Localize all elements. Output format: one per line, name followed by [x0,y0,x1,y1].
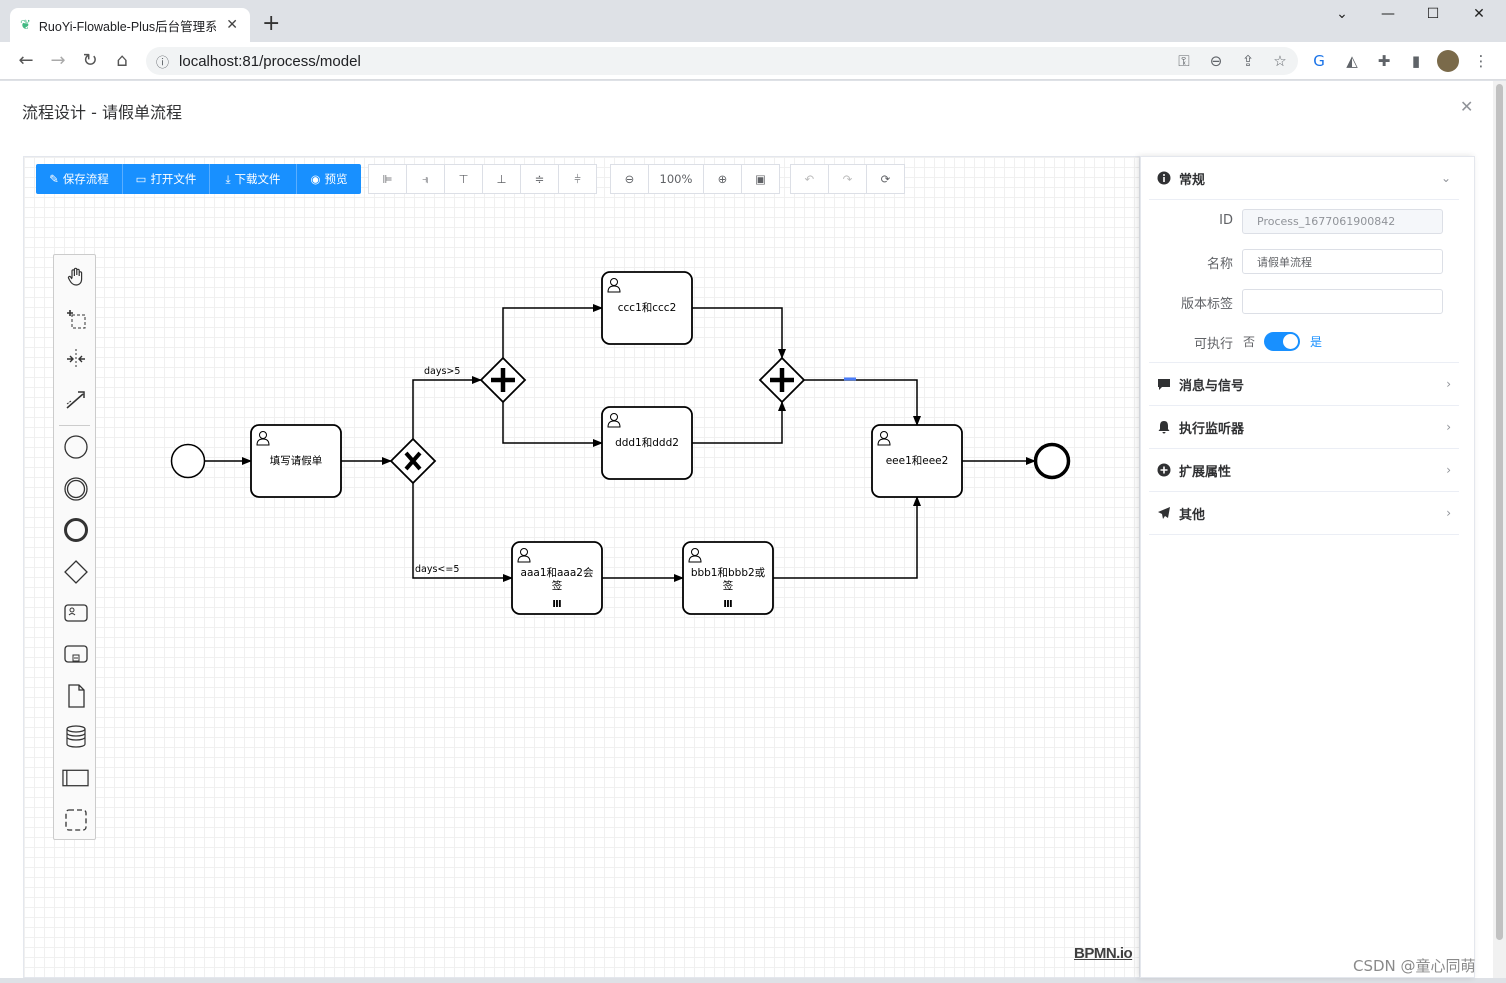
maximize-button[interactable]: ☐ [1418,6,1448,22]
chevron-right-icon: › [1446,420,1451,434]
flow-ccc-to-join[interactable] [692,307,786,359]
executable-yes-label: 是 [1310,335,1323,349]
task-aaa-label-line2: 签 [552,579,563,592]
chevron-down-icon: ⌄ [1440,171,1451,185]
extension-chart-icon[interactable]: ◭ [1341,52,1363,70]
info-icon [1157,171,1171,185]
task-bbb-label-line2: 签 [723,579,734,592]
task-eee-label: eee1和eee2 [886,455,949,467]
window-close-button[interactable]: ✕ [1464,6,1494,22]
browser-menu-icon[interactable]: ⋮ [1470,52,1492,70]
extensions-puzzle-icon[interactable]: ✚ [1373,52,1395,70]
id-label: ID [1219,213,1233,228]
share-icon[interactable]: ⇪ [1237,52,1259,70]
end-event[interactable] [1033,442,1071,480]
profile-avatar[interactable] [1437,50,1459,72]
executable-label: 可执行 [1193,337,1233,352]
condition-days-le-5[interactable]: days<=5 [415,564,459,575]
chevron-right-icon: › [1446,463,1451,477]
task-fill-label: 填写请假单 [270,454,323,467]
id-field[interactable]: Process_1677061900842 [1242,209,1443,234]
task-fill-leave-form[interactable]: 填写请假单 [250,424,342,498]
multi-instance-icon: Ⅲ [552,599,561,610]
exclusive-gateway[interactable] [389,437,437,485]
key-icon[interactable]: ⚿ [1173,52,1195,70]
task-aaa-label-line1: aaa1和aaa2会 [521,566,594,579]
flow-ddd-to-join[interactable] [692,401,786,444]
page-scrollbar-thumb[interactable] [1496,84,1503,940]
plus-circle-icon [1157,463,1171,477]
minimize-button[interactable]: — [1373,6,1403,22]
chevron-right-icon: › [1446,506,1451,520]
start-event[interactable] [170,443,206,479]
parallel-gateway-split[interactable] [479,356,527,404]
multi-instance-icon: Ⅲ [723,599,732,610]
bell-icon [1157,420,1171,434]
properties-panel: 常规 ⌄ ID Process_1677061900842 名称 请假单流程 版… [1140,156,1475,978]
chevron-right-icon: › [1446,377,1451,391]
section-msg-title: 消息与信号 [1179,378,1245,394]
translate-icon[interactable]: G [1308,52,1330,70]
task-aaa-countersign[interactable]: aaa1和aaa2会 签 Ⅲ [511,541,603,615]
task-bbb-orsign[interactable]: bbb1和bbb2或 签 Ⅲ [682,541,774,615]
bookmark-star-icon[interactable]: ☆ [1269,52,1291,70]
flow-join-to-eee[interactable] [804,379,921,426]
watermark: CSDN @童心同萌 [1353,957,1476,975]
task-eee[interactable]: eee1和eee2 [871,424,963,498]
section-other-title: 其他 [1179,507,1206,523]
message-icon [1157,377,1171,391]
flow-bbb-to-eee[interactable] [773,496,921,579]
version-tag-field[interactable] [1242,289,1443,314]
version-tag-label: 版本标签 [1180,297,1233,312]
section-ext-title: 扩展属性 [1179,464,1232,480]
dialog-close-button[interactable]: ✕ [1460,97,1473,116]
tab-search-dropdown[interactable]: ⌄ [1327,6,1357,22]
section-message-signal[interactable]: 消息与信号 › [1149,363,1459,406]
task-ddd[interactable]: ddd1和ddd2 [601,406,693,480]
section-other[interactable]: 其他 › [1149,492,1459,535]
section-extension-properties[interactable]: 扩展属性 › [1149,449,1459,492]
executable-toggle[interactable] [1264,332,1300,351]
executable-no-label: 否 [1243,335,1256,349]
section-general-title: 常规 [1179,172,1206,188]
parallel-gateway-join[interactable] [758,356,806,404]
name-field[interactable]: 请假单流程 [1242,249,1443,274]
task-ccc-label: ccc1和ccc2 [618,302,677,314]
zoom-icon[interactable]: ⊖ [1205,52,1227,70]
bpmn-io-logo[interactable]: BPMN.io [1074,945,1133,962]
flow-split-to-ccc[interactable] [502,304,603,358]
condition-days-gt-5[interactable]: days>5 [424,366,460,377]
toggle-knob [1283,334,1298,349]
task-ddd-label: ddd1和ddd2 [615,437,679,449]
section-listener-title: 执行监听器 [1179,421,1245,437]
task-bbb-label-line1: bbb1和bbb2或 [691,567,766,579]
section-execution-listener[interactable]: 执行监听器 › [1149,406,1459,449]
flow-split-to-ddd[interactable] [502,402,603,447]
task-ccc[interactable]: ccc1和ccc2 [601,271,693,345]
section-general[interactable]: 常规 ⌄ [1149,157,1459,200]
flow-xor-to-split[interactable] [412,376,482,439]
name-label: 名称 [1206,257,1233,272]
side-panel-icon[interactable]: ▮ [1405,52,1427,70]
bpmn-diagram: 填写请假单 ccc1和ccc2 ddd1和ddd2 eee1和eee2 aaa1… [170,271,1071,615]
send-icon [1157,506,1171,520]
